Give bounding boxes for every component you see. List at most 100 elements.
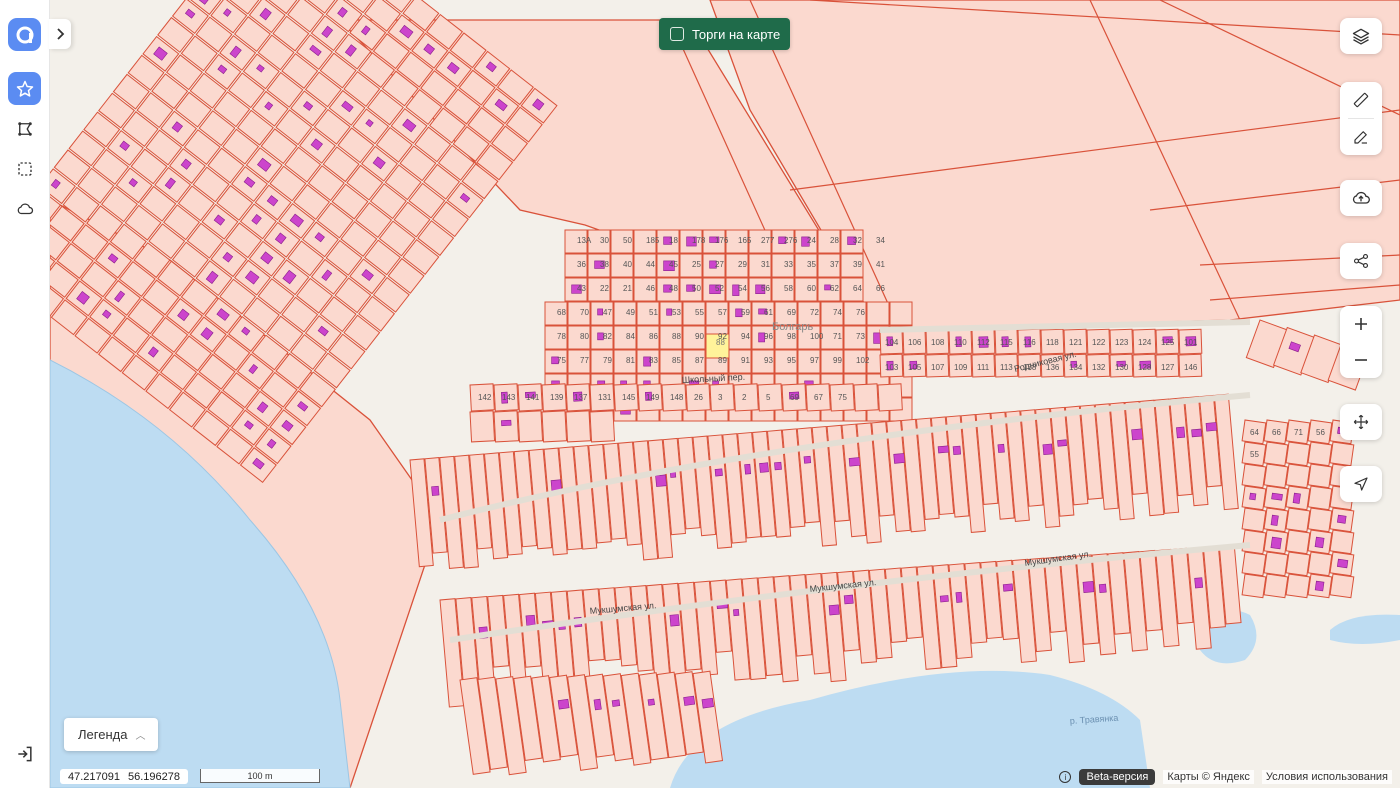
- parcel-number: 138: [1023, 363, 1037, 372]
- parcel-number: 185: [646, 236, 660, 245]
- parcel[interactable]: [1241, 551, 1267, 577]
- sidebar-item-select-area[interactable]: [8, 152, 41, 185]
- locate-button[interactable]: [1340, 466, 1382, 502]
- app-logo-icon: [16, 26, 33, 43]
- parcel-number: 26: [694, 393, 703, 402]
- parcel-number: 110: [954, 338, 967, 347]
- parcel[interactable]: [1285, 463, 1311, 489]
- parcel-number: 68: [557, 308, 566, 317]
- parcel-number: 46: [646, 284, 655, 293]
- parcel-number: 50: [692, 284, 701, 293]
- parcel[interactable]: [1285, 507, 1311, 533]
- parcel[interactable]: [1263, 441, 1289, 467]
- plus-icon: [1355, 318, 1367, 330]
- parcel[interactable]: [1329, 441, 1355, 467]
- parcel[interactable]: [1263, 551, 1289, 577]
- parcel[interactable]: [1241, 529, 1267, 555]
- parcel[interactable]: [1241, 463, 1267, 489]
- building: [611, 699, 621, 707]
- app-logo[interactable]: [8, 18, 41, 51]
- logout-button[interactable]: [10, 740, 40, 768]
- map-canvas[interactable]: Родниковая ул. Мукшумская ул. Мукшумская…: [50, 0, 1400, 788]
- parcel[interactable]: [889, 301, 913, 326]
- parcel[interactable]: [1241, 507, 1267, 533]
- sidebar-item-routes[interactable]: [8, 112, 41, 145]
- parcel[interactable]: [589, 410, 616, 443]
- parcel-number: 60: [807, 284, 816, 293]
- parcel-number: 132: [1092, 363, 1106, 372]
- map-svg[interactable]: Родниковая ул. Мукшумская ул. Мукшумская…: [50, 0, 1400, 788]
- parcel[interactable]: [853, 383, 879, 412]
- auction-toggle[interactable]: Торги на карте: [659, 18, 790, 50]
- parcel[interactable]: [1263, 573, 1289, 599]
- parcel-number: 5: [766, 393, 771, 402]
- parcel-number: 75: [838, 393, 847, 402]
- zoom-out-button[interactable]: [1340, 342, 1382, 378]
- info-icon[interactable]: i: [1059, 771, 1072, 783]
- parcel-number: 87: [695, 356, 704, 365]
- move-control: [1340, 404, 1382, 440]
- parcel-number: 84: [626, 332, 635, 341]
- parcel[interactable]: [493, 410, 520, 443]
- parcel[interactable]: [541, 410, 568, 443]
- parcel-number: 32: [853, 236, 862, 245]
- legend-button[interactable]: Легенда ︿: [64, 718, 158, 751]
- share-icon: [1353, 253, 1369, 269]
- parcel-number: 123: [1115, 338, 1129, 347]
- parcel-number: 125: [1161, 338, 1175, 347]
- parcel-number: 13А: [577, 236, 592, 245]
- parcel-number: 48: [669, 284, 678, 293]
- parcel[interactable]: [469, 410, 496, 443]
- zoom-in-button[interactable]: [1340, 306, 1382, 342]
- parcel-number: 51: [649, 308, 658, 317]
- parcel[interactable]: [1263, 463, 1289, 489]
- parcel[interactable]: [565, 410, 592, 443]
- parcel-number: 41: [876, 260, 885, 269]
- parcel-number: 25: [692, 260, 701, 269]
- parcel-number: 61: [764, 308, 773, 317]
- parcel-number: 118: [1046, 338, 1059, 347]
- cloud-upload-button[interactable]: [1340, 180, 1382, 216]
- auction-checkbox[interactable]: [670, 27, 684, 41]
- building: [1057, 439, 1067, 447]
- parcel[interactable]: [1241, 573, 1267, 599]
- ruler-button[interactable]: [1340, 82, 1382, 118]
- parcel-number: 59: [741, 308, 750, 317]
- building: [744, 463, 752, 475]
- parcel[interactable]: [1307, 485, 1333, 511]
- parcel[interactable]: [1329, 529, 1355, 555]
- layers-button[interactable]: [1340, 18, 1382, 54]
- parcel-number: 145: [622, 393, 636, 402]
- parcel[interactable]: [1285, 573, 1311, 599]
- parcel[interactable]: [1285, 441, 1311, 467]
- sidebar-expand-button[interactable]: [49, 19, 71, 49]
- building: [1205, 422, 1218, 432]
- parcel-number: 122: [1092, 338, 1106, 347]
- parcel-number: 39: [853, 260, 862, 269]
- edit-button[interactable]: [1340, 119, 1382, 155]
- parcel[interactable]: [1285, 529, 1311, 555]
- move-icon: [1353, 414, 1369, 430]
- parcel[interactable]: [1307, 463, 1333, 489]
- parcel[interactable]: [877, 383, 903, 412]
- parcel[interactable]: [1307, 441, 1333, 467]
- maps-copyright[interactable]: Карты © Яндекс: [1163, 770, 1254, 784]
- sidebar-item-favorites[interactable]: [8, 72, 41, 105]
- parcel-number: 30: [600, 236, 609, 245]
- sidebar-item-weather[interactable]: [8, 192, 41, 225]
- building: [647, 698, 655, 706]
- share-button[interactable]: [1340, 243, 1382, 279]
- parcel[interactable]: [1329, 573, 1355, 599]
- terms-link[interactable]: Условия использования: [1261, 770, 1392, 784]
- parcel-number: 105: [908, 363, 922, 372]
- move-button[interactable]: [1340, 404, 1382, 440]
- parcel-number: 95: [787, 356, 796, 365]
- parcel-number: 141: [526, 393, 540, 402]
- parcel[interactable]: [1307, 507, 1333, 533]
- parcel-number: 54: [738, 284, 747, 293]
- parcel[interactable]: [517, 410, 544, 443]
- parcel-number: 112: [977, 338, 990, 347]
- parcel[interactable]: [1285, 551, 1311, 577]
- parcel[interactable]: [866, 301, 890, 326]
- parcel[interactable]: [1307, 551, 1333, 577]
